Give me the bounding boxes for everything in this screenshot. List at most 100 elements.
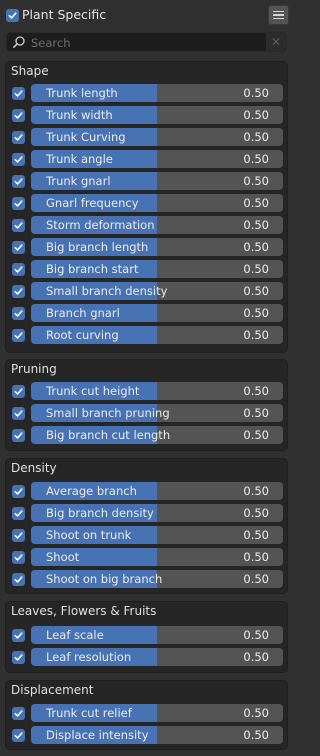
- value-slider[interactable]: Root curving 0.50: [31, 326, 283, 344]
- enable-checkbox[interactable]: [12, 219, 25, 232]
- enable-checkbox[interactable]: [12, 109, 25, 122]
- slider-label: Trunk Curving: [46, 130, 126, 144]
- slider-value: 0.50: [243, 484, 269, 498]
- property-row: Trunk length 0.50: [6, 83, 289, 105]
- value-slider[interactable]: Gnarl frequency 0.50: [31, 194, 283, 212]
- value-slider[interactable]: Trunk Curving 0.50: [31, 128, 283, 146]
- enable-checkbox[interactable]: [12, 707, 25, 720]
- search-field[interactable]: Search ✕: [6, 32, 287, 52]
- section-title[interactable]: Shape: [11, 64, 49, 78]
- enable-checkbox[interactable]: [12, 263, 25, 276]
- enable-checkbox[interactable]: [12, 507, 25, 520]
- value-slider[interactable]: Trunk cut height 0.50: [31, 382, 283, 400]
- plant-specific-checkbox[interactable]: [6, 9, 19, 22]
- value-slider[interactable]: Big branch length 0.50: [31, 238, 283, 256]
- value-slider[interactable]: Trunk width 0.50: [31, 106, 283, 124]
- enable-checkbox[interactable]: [12, 573, 25, 586]
- enable-checkbox[interactable]: [12, 629, 25, 642]
- value-slider[interactable]: Leaf resolution 0.50: [31, 648, 283, 666]
- slider-label: Displace intensity: [46, 728, 149, 742]
- checkmark-icon: [14, 510, 23, 517]
- property-row: Trunk Curving 0.50: [6, 127, 289, 149]
- enable-checkbox[interactable]: [12, 651, 25, 664]
- value-slider[interactable]: Shoot 0.50: [31, 548, 283, 566]
- section-panel-1: Pruning Trunk cut height 0.50 Small branch …: [5, 359, 288, 451]
- slider-label: Leaf resolution: [46, 650, 132, 664]
- checkmark-icon: [14, 432, 23, 439]
- property-row: Root curving 0.50: [6, 325, 289, 347]
- clear-search-icon[interactable]: ✕: [266, 33, 286, 51]
- enable-checkbox[interactable]: [12, 307, 25, 320]
- enable-checkbox[interactable]: [12, 131, 25, 144]
- value-slider[interactable]: Shoot on big branch 0.50: [31, 570, 283, 588]
- checkmark-icon: [14, 654, 23, 661]
- slider-value: 0.50: [243, 108, 269, 122]
- checkmark-icon: [14, 332, 23, 339]
- slider-label: Gnarl frequency: [46, 196, 139, 210]
- value-slider[interactable]: Big branch cut length 0.50: [31, 426, 283, 444]
- slider-value: 0.50: [243, 728, 269, 742]
- checkmark-icon: [14, 310, 23, 317]
- checkmark-icon: [8, 12, 17, 19]
- value-slider[interactable]: Trunk gnarl 0.50: [31, 172, 283, 190]
- slider-value: 0.50: [243, 506, 269, 520]
- value-slider[interactable]: Big branch density 0.50: [31, 504, 283, 522]
- section-title[interactable]: Leaves, Flowers & Fruits: [11, 604, 156, 618]
- slider-value: 0.50: [243, 174, 269, 188]
- enable-checkbox[interactable]: [12, 87, 25, 100]
- section-title[interactable]: Pruning: [11, 362, 57, 376]
- property-row: Big branch length 0.50: [6, 237, 289, 259]
- section-title[interactable]: Density: [11, 461, 57, 475]
- enable-checkbox[interactable]: [12, 429, 25, 442]
- slider-label: Leaf scale: [46, 628, 104, 642]
- value-slider[interactable]: Shoot on trunk 0.50: [31, 526, 283, 544]
- value-slider[interactable]: Leaf scale 0.50: [31, 626, 283, 644]
- value-slider[interactable]: Storm deformation 0.50: [31, 216, 283, 234]
- enable-checkbox[interactable]: [12, 407, 25, 420]
- slider-value: 0.50: [243, 528, 269, 542]
- panel-header[interactable]: Plant Specific: [0, 0, 293, 30]
- value-slider[interactable]: Average branch 0.50: [31, 482, 283, 500]
- enable-checkbox[interactable]: [12, 175, 25, 188]
- slider-value: 0.50: [243, 572, 269, 586]
- enable-checkbox[interactable]: [12, 153, 25, 166]
- search-placeholder: Search: [31, 36, 71, 50]
- slider-label: Big branch cut length: [46, 428, 171, 442]
- value-slider[interactable]: Branch gnarl 0.50: [31, 304, 283, 322]
- enable-checkbox[interactable]: [12, 241, 25, 254]
- checkmark-icon: [14, 178, 23, 185]
- property-row: Trunk cut relief 0.50: [6, 703, 289, 725]
- enable-checkbox[interactable]: [12, 329, 25, 342]
- checkmark-icon: [14, 266, 23, 273]
- enable-checkbox[interactable]: [12, 729, 25, 742]
- slider-label: Shoot on big branch: [46, 572, 163, 586]
- slider-label: Average branch: [46, 484, 137, 498]
- slider-value: 0.50: [243, 306, 269, 320]
- enable-checkbox[interactable]: [12, 197, 25, 210]
- slider-value: 0.50: [243, 196, 269, 210]
- enable-checkbox[interactable]: [12, 285, 25, 298]
- enable-checkbox[interactable]: [12, 551, 25, 564]
- property-row: Gnarl frequency 0.50: [6, 193, 289, 215]
- enable-checkbox[interactable]: [12, 529, 25, 542]
- checkmark-icon: [14, 112, 23, 119]
- value-slider[interactable]: Trunk angle 0.50: [31, 150, 283, 168]
- slider-label: Trunk width: [46, 108, 113, 122]
- section-title[interactable]: Displacement: [11, 683, 94, 697]
- enable-checkbox[interactable]: [12, 485, 25, 498]
- hamburger-menu-icon[interactable]: [268, 5, 289, 25]
- value-slider[interactable]: Trunk cut relief 0.50: [31, 704, 283, 722]
- value-slider[interactable]: Displace intensity 0.50: [31, 726, 283, 744]
- checkmark-icon: [14, 532, 23, 539]
- enable-checkbox[interactable]: [12, 385, 25, 398]
- section-panel-4: Displacement Trunk cut relief 0.50 Displace…: [5, 680, 288, 750]
- property-row: Small branch pruning 0.50: [6, 403, 289, 425]
- property-row: Shoot 0.50: [6, 547, 289, 569]
- value-slider[interactable]: Big branch start 0.50: [31, 260, 283, 278]
- slider-label: Trunk length: [46, 86, 118, 100]
- slider-label: Trunk angle: [46, 152, 113, 166]
- value-slider[interactable]: Trunk length 0.50: [31, 84, 283, 102]
- value-slider[interactable]: Small branch density 0.50: [31, 282, 283, 300]
- slider-value: 0.50: [243, 706, 269, 720]
- value-slider[interactable]: Small branch pruning 0.50: [31, 404, 283, 422]
